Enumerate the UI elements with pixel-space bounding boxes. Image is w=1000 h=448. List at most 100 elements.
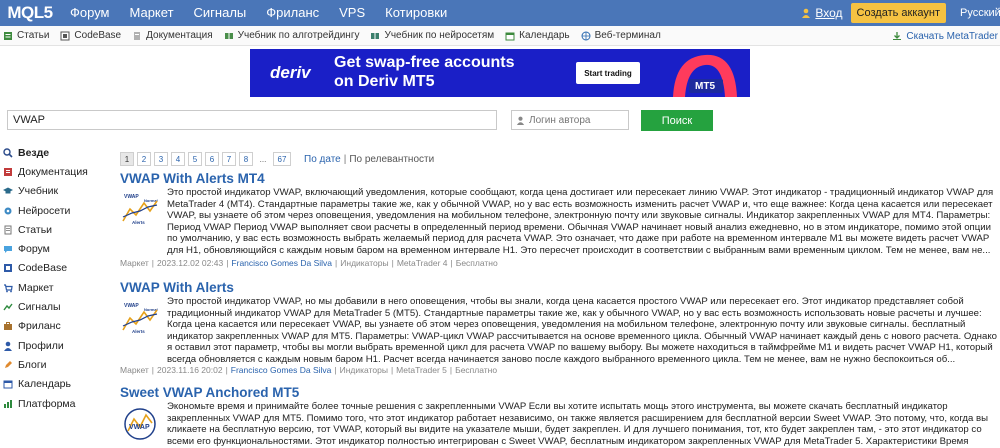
sidebar-item-profiles[interactable]: Профили — [0, 336, 110, 355]
sidebar-item-label: Календарь — [18, 378, 71, 391]
meta-platform[interactable]: MetaTrader 4 — [397, 258, 448, 268]
platform-icon — [4, 399, 12, 408]
nav-quotes[interactable]: Котировки — [375, 0, 457, 26]
subnav-webterminal[interactable]: Веб-терминал — [581, 30, 661, 41]
mt5-badge: MT5 — [695, 81, 715, 92]
page-link[interactable]: 1 — [120, 152, 134, 166]
ad-banner[interactable]: deriv Get swap-free accounts on Deriv MT… — [250, 49, 750, 97]
deriv-logo: deriv — [270, 63, 311, 82]
codebase-icon — [60, 31, 70, 40]
subnav-docs[interactable]: Документация — [132, 30, 213, 41]
sidebar-item-platform[interactable]: Платформа — [0, 394, 110, 413]
sidebar-item-label: Сигналы — [18, 301, 61, 314]
signals-icon — [3, 303, 13, 311]
sidebar-item-neuro[interactable]: Нейросети — [0, 201, 110, 220]
product-thumbnail[interactable]: VWAP Normal Alerts — [120, 300, 160, 338]
page-link[interactable]: 5 — [188, 152, 202, 166]
nav-freelance[interactable]: Фриланс — [256, 0, 329, 26]
download-metatrader-link[interactable]: Скачать MetaTrader — [892, 26, 998, 46]
page-link-last[interactable]: 67 — [273, 152, 291, 166]
sort-by-relevance[interactable]: По релевантности — [349, 154, 434, 165]
product-thumbnail[interactable]: VWAP — [120, 405, 160, 443]
search-result: VWAP With Alerts MT4 VWAP Normal Alerts … — [120, 171, 1000, 268]
sidebar-item-signals[interactable]: Сигналы — [0, 297, 110, 316]
sidebar-item-calendar[interactable]: Календарь — [0, 375, 110, 394]
main-menu: Форум Маркет Сигналы Фриланс VPS Котиров… — [60, 0, 457, 26]
sidebar-item-codebase[interactable]: CodeBase — [0, 259, 110, 278]
result-description: Экономьте время и принимайте более точны… — [167, 401, 988, 448]
book-icon — [224, 32, 233, 39]
market-icon — [4, 284, 13, 293]
meta-author[interactable]: Francisco Gomes Da Silva — [231, 258, 332, 268]
banner-headline-line2: on Deriv MT5 — [334, 73, 435, 90]
neuro-icon — [4, 207, 12, 215]
meta-section[interactable]: Маркет — [120, 258, 149, 268]
sidebar-item-everywhere[interactable]: Везде — [0, 143, 110, 162]
nav-forum[interactable]: Форум — [60, 0, 120, 26]
create-account-button[interactable]: Создать аккаунт — [850, 3, 946, 23]
nav-market[interactable]: Маркет — [120, 0, 184, 26]
result-description: Это простой индикатор VWAP, но мы добави… — [167, 296, 997, 365]
thumb-label-bottom: Alerts — [132, 329, 145, 334]
sidebar-item-blogs[interactable]: Блоги — [0, 355, 110, 374]
page-link[interactable]: 3 — [154, 152, 168, 166]
subnav-neuro-book[interactable]: Учебник по нейросетям — [370, 30, 494, 41]
sidebar-item-label: CodeBase — [18, 262, 68, 275]
sidebar-item-market[interactable]: Маркет — [0, 278, 110, 297]
mql5-logo[interactable]: MQL5 — [0, 0, 60, 26]
documentation-icon — [134, 31, 141, 40]
page-link[interactable]: 2 — [137, 152, 151, 166]
page-link[interactable]: 7 — [222, 152, 236, 166]
download-label: Скачать MetaTrader — [906, 30, 998, 42]
result-title[interactable]: VWAP With Alerts — [120, 280, 234, 295]
meta-category[interactable]: Индикаторы — [340, 258, 388, 268]
result-title[interactable]: Sweet VWAP Anchored MT5 — [120, 385, 299, 400]
thumb-label-bottom: Alerts — [132, 220, 145, 225]
sidebar-item-label: Фриланс — [18, 320, 61, 333]
sort-by-date[interactable]: По дате — [304, 154, 341, 165]
subnav-label: Учебник по алготрейдингу — [237, 30, 360, 41]
subnav-label: CodeBase — [74, 30, 122, 41]
page-link[interactable]: 8 — [239, 152, 253, 166]
sidebar-item-tutorial[interactable]: Учебник — [0, 182, 110, 201]
secondary-navigation: Статьи CodeBase Документация Учебник по … — [0, 26, 1000, 46]
sidebar-item-freelance[interactable]: Фриланс — [0, 317, 110, 336]
start-trading-button[interactable]: Start trading — [576, 62, 640, 84]
subnav-articles[interactable]: Статьи — [3, 30, 49, 41]
author-login-input[interactable] — [529, 114, 625, 126]
meta-price: Бесплатно — [455, 365, 498, 375]
thumb-label-top: VWAP — [124, 303, 139, 309]
sidebar-item-articles[interactable]: Статьи — [0, 220, 110, 239]
product-thumbnail[interactable]: VWAP Normal Alerts — [120, 191, 160, 229]
page-link[interactable]: 4 — [171, 152, 185, 166]
meta-date: 2023.11.16 20:02 — [157, 365, 223, 375]
logo-text: MQL5 — [7, 3, 53, 22]
meta-category[interactable]: Индикаторы — [340, 365, 388, 375]
calendar-icon — [3, 380, 13, 389]
meta-section[interactable]: Маркет — [120, 365, 149, 375]
meta-author[interactable]: Francisco Gomes Da Silva — [231, 365, 332, 375]
result-description: Это простой индикатор VWAP, включающий у… — [167, 187, 994, 256]
search-button[interactable]: Поиск — [641, 110, 713, 131]
meta-platform[interactable]: MetaTrader 5 — [396, 365, 447, 375]
result-meta: Маркет | 2023.11.16 20:02 | Francisco Gomes … — [120, 365, 498, 375]
page-link[interactable]: 6 — [205, 152, 219, 166]
sidebar-item-forum[interactable]: Форум — [0, 239, 110, 258]
language-selector[interactable]: Русский — [956, 7, 1000, 19]
search-input[interactable] — [7, 110, 497, 130]
nav-signals[interactable]: Сигналы — [184, 0, 257, 26]
articles-icon — [4, 225, 12, 235]
subnav-algotrading-book[interactable]: Учебник по алготрейдингу — [224, 30, 360, 41]
author-field[interactable] — [511, 110, 629, 130]
banner-headline: Get swap-free accounts on Deriv MT5 — [334, 53, 515, 91]
book-icon — [371, 32, 380, 39]
sidebar-item-documentation[interactable]: Документация — [0, 162, 110, 181]
profile-icon — [4, 341, 12, 351]
subnav-codebase[interactable]: CodeBase — [60, 30, 121, 41]
login-link[interactable]: Вход — [801, 6, 843, 20]
subnav-calendar[interactable]: Календарь — [505, 30, 570, 41]
result-title[interactable]: VWAP With Alerts MT4 — [120, 171, 265, 186]
nav-vps[interactable]: VPS — [329, 0, 375, 26]
subnav-label: Документация — [146, 30, 213, 41]
search-icon — [3, 147, 13, 158]
